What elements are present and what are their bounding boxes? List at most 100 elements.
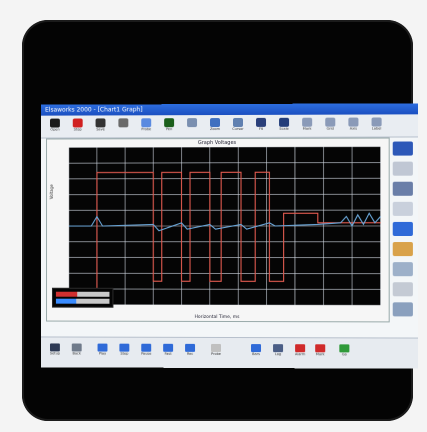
control-icon-3 <box>119 343 130 352</box>
control-icon-8 <box>251 344 262 353</box>
toolbar-icon-6 <box>187 118 198 128</box>
toolbar-label-8: Cursor <box>232 126 244 131</box>
toolbar-button-12[interactable]: Grid <box>322 117 338 135</box>
toolbar-label-1: Stop <box>73 127 82 132</box>
control-icon-5 <box>163 343 174 352</box>
toolbar-label-5: Pen <box>165 127 173 132</box>
toolbar-label-12: Grid <box>326 126 334 131</box>
toolbar-button-5[interactable]: Pen <box>161 117 177 135</box>
toolbar-label-13: Axis <box>349 126 358 131</box>
control-icon-12 <box>339 344 350 353</box>
toolbar-icon-2 <box>95 118 106 128</box>
chart-x-axis-label: Horizontal Time, ms <box>194 314 240 321</box>
waveform-chart[interactable] <box>68 146 381 306</box>
toolbar-icon-1 <box>72 118 83 128</box>
toolbar-button-1[interactable]: Stop <box>70 117 86 135</box>
control-icon-0 <box>49 343 60 352</box>
app-window: Elsaworks 2000 - [Chart1 Graph] Open Stop… <box>41 103 418 369</box>
toolbar-button-11[interactable]: Mark <box>299 117 315 135</box>
toolbar-button-8[interactable]: Cursor <box>230 117 246 135</box>
side-button-4[interactable] <box>392 221 413 236</box>
toolbar-button-13[interactable]: Axis <box>345 117 361 135</box>
control-label-5: Fast <box>164 351 172 356</box>
control-label-12: Go <box>341 352 347 357</box>
toolbar-icon-9 <box>256 117 267 127</box>
side-button-3[interactable] <box>392 201 413 216</box>
toolbar-button-10[interactable]: Scale <box>276 117 292 135</box>
control-label-6: Rec <box>186 351 194 356</box>
control-button-2[interactable]: Play <box>95 343 111 365</box>
toolbar-button-9[interactable]: Fit <box>253 117 269 135</box>
toolbar-icon-11 <box>302 117 313 127</box>
control-label-4: Pause <box>141 351 152 356</box>
channel-2-readout <box>55 298 110 304</box>
control-button-3[interactable]: Step <box>116 343 132 365</box>
toolbar-button-14[interactable]: Label <box>369 116 385 134</box>
control-button-5[interactable]: Fast <box>160 343 176 365</box>
toolbar-label-2: Save <box>96 127 105 132</box>
toolbar-icon-10 <box>279 117 290 127</box>
control-label-10: Alarm <box>294 352 306 357</box>
toolbar-icon-14 <box>371 117 382 127</box>
control-label-3: Step <box>120 351 129 356</box>
side-button-5[interactable] <box>392 242 413 257</box>
toolbar-button-2[interactable]: Save <box>93 117 109 135</box>
toolbar-icon-4 <box>141 118 152 128</box>
toolbar-button-6[interactable] <box>184 117 200 135</box>
channel-1-readout <box>55 291 110 297</box>
control-button-12[interactable]: Go <box>336 343 352 365</box>
toolbar-label-9: Fit <box>258 126 264 131</box>
control-button-11[interactable]: Mark <box>312 343 328 365</box>
control-label-0: Setup <box>49 351 60 356</box>
control-icon-10 <box>295 344 306 353</box>
toolbar-icon-3 <box>118 118 129 128</box>
control-label-7: Probe <box>211 351 221 356</box>
toolbar-icon-7 <box>210 118 221 128</box>
control-bar: Setup Back Play Step Pause Fast Rec Probe Bars Lo… <box>41 336 418 369</box>
side-button-8[interactable] <box>392 302 413 317</box>
toolbar-icon-8 <box>232 117 244 127</box>
control-icon-1 <box>71 343 82 352</box>
control-label-1: Back <box>72 351 81 356</box>
control-button-1[interactable]: Back <box>69 343 85 365</box>
toolbar-icon-5 <box>164 118 175 128</box>
control-label-9: Log <box>274 352 282 357</box>
control-icon-2 <box>97 343 108 352</box>
toolbar-label-14: Label <box>371 126 382 131</box>
toolbar-button-0[interactable]: Open <box>47 118 63 136</box>
toolbar-label-7: Zoom <box>209 127 221 132</box>
control-icon-9 <box>273 344 284 353</box>
side-button-7[interactable] <box>392 282 413 297</box>
toolbar-button-7[interactable]: Zoom <box>207 117 223 135</box>
side-button-0[interactable] <box>392 141 413 156</box>
chart-title: Graph Voltages <box>197 139 237 147</box>
toolbar-icon-13 <box>348 117 359 127</box>
control-label-8: Bars <box>252 352 260 357</box>
side-button-6[interactable] <box>392 262 413 277</box>
channel-readout-panel <box>51 287 114 308</box>
control-icon-6 <box>185 343 196 352</box>
toolbar-button-3[interactable] <box>115 117 131 135</box>
toolbar-icon-0 <box>49 118 60 128</box>
control-button-6[interactable]: Rec <box>182 343 198 365</box>
control-button-0[interactable]: Setup <box>47 342 63 364</box>
toolbar-button-4[interactable]: Probe <box>138 117 154 135</box>
control-icon-7 <box>211 343 222 352</box>
control-button-8[interactable]: Bars <box>248 343 264 365</box>
side-button-2[interactable] <box>392 181 413 196</box>
toolbar-label-4: Probe <box>141 127 152 132</box>
toolbar-icon-12 <box>325 117 336 127</box>
control-button-9[interactable]: Log <box>270 343 286 365</box>
control-button-10[interactable]: Alarm <box>292 343 308 365</box>
chart-y-axis-label: Voltage <box>49 184 54 200</box>
side-button-1[interactable] <box>392 161 413 176</box>
control-label-2: Play <box>98 351 107 356</box>
control-button-7[interactable]: Probe <box>208 343 224 365</box>
control-icon-4 <box>141 343 152 352</box>
side-tool-panel <box>391 141 415 317</box>
control-icon-11 <box>315 344 326 353</box>
toolbar-label-10: Scale <box>279 126 289 131</box>
control-button-4[interactable]: Pause <box>138 343 154 365</box>
main-toolbar: Open Stop Save Probe Pen Zoom Cursor Fit Scale Ma… <box>41 114 418 139</box>
toolbar-label-11: Mark <box>302 126 312 131</box>
